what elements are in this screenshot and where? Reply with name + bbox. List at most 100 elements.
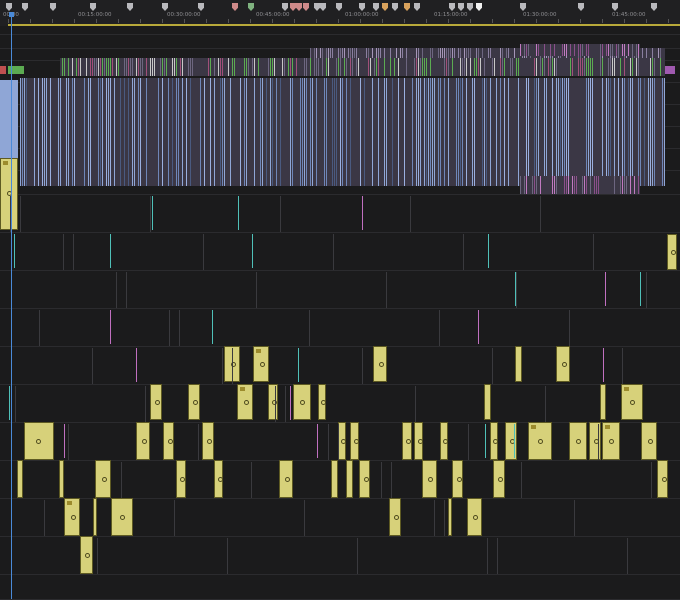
- audio-clip[interactable]: [402, 422, 412, 460]
- audio-clip[interactable]: [64, 498, 80, 536]
- audio-clip[interactable]: [93, 498, 97, 536]
- timeline-marker[interactable]: [232, 3, 238, 11]
- audio-clip[interactable]: [373, 346, 387, 382]
- timeline-marker[interactable]: [578, 3, 584, 11]
- audio-clip[interactable]: [667, 234, 677, 270]
- video-clip-group[interactable]: [520, 44, 640, 56]
- timeline-marker[interactable]: [651, 3, 657, 11]
- timeline-marker[interactable]: [359, 3, 365, 11]
- playhead-handle[interactable]: [9, 12, 14, 17]
- audio-clip[interactable]: [59, 460, 64, 498]
- audio-clip[interactable]: [214, 460, 223, 498]
- audio-clip[interactable]: [0, 158, 18, 230]
- timeline-marker[interactable]: [382, 3, 388, 11]
- timeline-marker[interactable]: [290, 3, 296, 11]
- audio-clip[interactable]: [163, 422, 174, 460]
- timeline-track[interactable]: [0, 308, 680, 347]
- audio-clip[interactable]: [556, 346, 570, 382]
- audio-clip[interactable]: [569, 422, 587, 460]
- audio-clip[interactable]: [318, 384, 327, 420]
- audio-clip[interactable]: [188, 384, 200, 420]
- timeline-marker[interactable]: [162, 3, 168, 11]
- audio-clip[interactable]: [505, 422, 517, 460]
- audio-clip[interactable]: [136, 422, 150, 460]
- audio-clip[interactable]: [111, 498, 133, 536]
- audio-clip[interactable]: [515, 346, 522, 382]
- timeline-marker[interactable]: [296, 3, 302, 11]
- timeline-marker[interactable]: [6, 3, 12, 11]
- audio-clip[interactable]: [202, 422, 214, 460]
- audio-clip[interactable]: [350, 422, 359, 460]
- audio-clip[interactable]: [589, 422, 601, 460]
- timeline-marker[interactable]: [90, 3, 96, 11]
- timeline-marker[interactable]: [22, 3, 28, 11]
- timeline-marker[interactable]: [282, 3, 288, 11]
- timeline-marker[interactable]: [404, 3, 410, 11]
- audio-clip[interactable]: [268, 384, 278, 420]
- audio-clip[interactable]: [641, 422, 657, 460]
- audio-clip[interactable]: [621, 384, 643, 420]
- timeline-marker[interactable]: [303, 3, 309, 11]
- video-clip-group[interactable]: [20, 78, 665, 186]
- audio-clip[interactable]: [493, 460, 505, 498]
- timeline-marker[interactable]: [373, 3, 379, 11]
- audio-clip[interactable]: [490, 422, 499, 460]
- playhead[interactable]: [11, 12, 12, 599]
- audio-clip[interactable]: [331, 460, 338, 498]
- timeline-marker[interactable]: [476, 3, 482, 11]
- timeline-track[interactable]: [0, 346, 680, 385]
- video-clip-group[interactable]: [520, 176, 640, 194]
- clip-edge: [610, 58, 611, 76]
- audio-clip[interactable]: [279, 460, 293, 498]
- timeline-track[interactable]: [0, 384, 680, 423]
- timeline-track[interactable]: [0, 270, 680, 309]
- audio-clip[interactable]: [452, 460, 463, 498]
- audio-clip[interactable]: [253, 346, 269, 382]
- audio-clip[interactable]: [95, 460, 111, 498]
- audio-clip[interactable]: [293, 384, 311, 420]
- timeline-marker[interactable]: [467, 3, 473, 11]
- audio-clip[interactable]: [528, 422, 552, 460]
- timeline-track[interactable]: [0, 498, 680, 537]
- audio-clip[interactable]: [389, 498, 401, 536]
- track-edge-clip[interactable]: [0, 66, 6, 74]
- audio-clip[interactable]: [440, 422, 449, 460]
- timeline-marker[interactable]: [612, 3, 618, 11]
- audio-clip[interactable]: [338, 422, 347, 460]
- timeline-marker[interactable]: [50, 3, 56, 11]
- timeline-marker[interactable]: [458, 3, 464, 11]
- audio-clip[interactable]: [359, 460, 370, 498]
- timeline-marker[interactable]: [127, 3, 133, 11]
- timeline-marker[interactable]: [336, 3, 342, 11]
- audio-clip[interactable]: [150, 384, 162, 420]
- audio-clip[interactable]: [467, 498, 482, 536]
- audio-clip[interactable]: [657, 460, 668, 498]
- timeline-marker[interactable]: [320, 3, 326, 11]
- timeline-marker[interactable]: [314, 3, 320, 11]
- timeline-marker[interactable]: [449, 3, 455, 11]
- audio-clip[interactable]: [17, 460, 23, 498]
- audio-clip[interactable]: [24, 422, 54, 460]
- timeline-marker[interactable]: [392, 3, 398, 11]
- audio-clip[interactable]: [422, 460, 437, 498]
- timeline-track[interactable]: [0, 194, 680, 233]
- track-edge-clip[interactable]: [665, 66, 675, 74]
- audio-clip[interactable]: [80, 536, 93, 574]
- timeline-track[interactable]: [0, 574, 680, 600]
- timeline-marker[interactable]: [414, 3, 420, 11]
- timeline-marker[interactable]: [198, 3, 204, 11]
- audio-clip[interactable]: [414, 422, 423, 460]
- timeline-marker[interactable]: [248, 3, 254, 11]
- timeline-track[interactable]: [0, 536, 680, 575]
- audio-clip[interactable]: [602, 422, 620, 460]
- video-clip-group[interactable]: [60, 58, 665, 76]
- audio-clip[interactable]: [176, 460, 186, 498]
- audio-clip[interactable]: [237, 384, 253, 420]
- time-ruler[interactable]: 00:00 00:15:00:00 00:30:00:00 00:45:00:0…: [0, 0, 680, 26]
- timeline-marker[interactable]: [520, 3, 526, 11]
- audio-clip[interactable]: [600, 384, 606, 420]
- audio-clip[interactable]: [484, 384, 491, 420]
- audio-clip[interactable]: [448, 498, 452, 536]
- audio-clip[interactable]: [346, 460, 353, 498]
- timeline-track[interactable]: [0, 232, 680, 271]
